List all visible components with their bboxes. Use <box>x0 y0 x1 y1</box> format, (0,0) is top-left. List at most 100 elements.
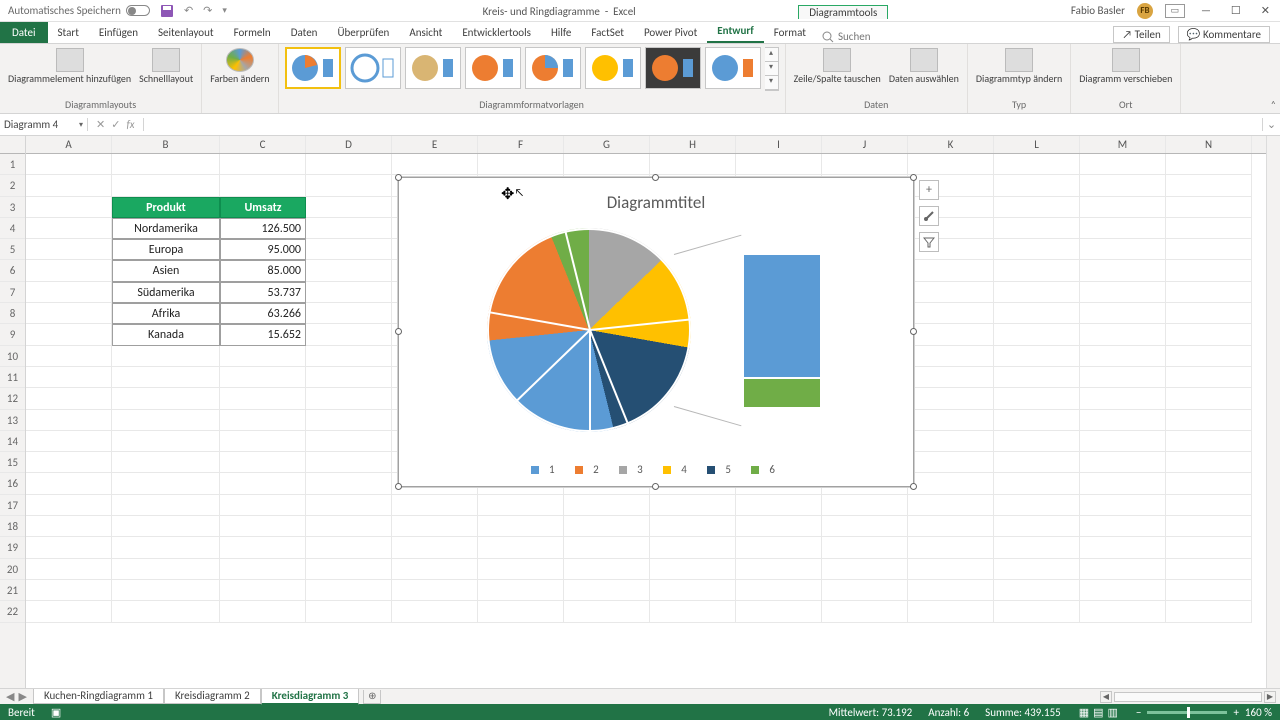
column-header[interactable]: C <box>220 136 306 153</box>
qat-customize-icon[interactable]: ▾ <box>222 5 227 16</box>
save-icon[interactable] <box>160 4 174 18</box>
cell[interactable]: Kanada <box>112 324 220 345</box>
cell[interactable] <box>1080 197 1166 218</box>
tell-me-search[interactable]: Suchen <box>822 30 871 43</box>
cell[interactable] <box>908 260 994 281</box>
expand-formula-bar-icon[interactable]: ⌄ <box>1262 118 1280 131</box>
cell[interactable] <box>994 431 1080 452</box>
cell[interactable] <box>26 601 112 622</box>
cell[interactable] <box>1166 303 1252 324</box>
cell[interactable] <box>220 495 306 516</box>
cell[interactable] <box>994 175 1080 196</box>
cell[interactable] <box>822 559 908 580</box>
cell[interactable] <box>220 175 306 196</box>
cell[interactable] <box>994 559 1080 580</box>
cell[interactable] <box>1080 175 1166 196</box>
cell[interactable] <box>112 537 220 558</box>
cell[interactable] <box>392 580 478 601</box>
chart-styles-more[interactable]: ▴▾▾ <box>765 47 779 91</box>
horizontal-scrollbar[interactable]: ◀▶ <box>1100 691 1280 703</box>
cell[interactable] <box>1080 239 1166 260</box>
column-header[interactable]: G <box>564 136 650 153</box>
cell[interactable] <box>1080 559 1166 580</box>
move-chart-button[interactable]: Diagramm verschieben <box>1077 47 1174 86</box>
chart-style-7[interactable] <box>645 47 701 89</box>
cell[interactable] <box>306 367 392 388</box>
cell[interactable] <box>1166 324 1252 345</box>
cell[interactable] <box>26 431 112 452</box>
cell[interactable] <box>392 601 478 622</box>
cell[interactable] <box>650 537 736 558</box>
cell[interactable] <box>220 452 306 473</box>
cell[interactable] <box>650 516 736 537</box>
cell[interactable] <box>1080 537 1166 558</box>
cell[interactable] <box>112 388 220 409</box>
cell[interactable] <box>650 154 736 175</box>
sheet-tab[interactable]: Kreisdiagramm 3 <box>261 689 360 705</box>
share-button[interactable]: ↗ Teilen <box>1113 26 1169 43</box>
cell[interactable] <box>112 559 220 580</box>
cell[interactable] <box>908 452 994 473</box>
column-headers[interactable]: ABCDEFGHIJKLMN <box>26 136 1266 154</box>
cell[interactable]: Produkt <box>112 197 220 218</box>
cell[interactable] <box>112 473 220 494</box>
cell[interactable] <box>822 495 908 516</box>
cell[interactable] <box>112 452 220 473</box>
column-header[interactable]: E <box>392 136 478 153</box>
cell[interactable] <box>1080 473 1166 494</box>
cell[interactable] <box>220 473 306 494</box>
cell[interactable] <box>908 367 994 388</box>
row-header[interactable]: 17 <box>0 495 25 516</box>
cell[interactable] <box>26 303 112 324</box>
cell[interactable] <box>908 282 994 303</box>
row-header[interactable]: 11 <box>0 367 25 388</box>
row-header[interactable]: 10 <box>0 346 25 367</box>
cell[interactable] <box>1166 260 1252 281</box>
cell[interactable] <box>564 495 650 516</box>
cell[interactable]: 15.652 <box>220 324 306 345</box>
cell[interactable] <box>112 601 220 622</box>
row-header[interactable]: 2 <box>0 175 25 196</box>
name-box[interactable]: Diagramm 4 <box>0 118 88 131</box>
tab-insert[interactable]: Einfügen <box>89 23 148 43</box>
cell[interactable] <box>478 601 564 622</box>
column-header[interactable]: A <box>26 136 112 153</box>
cell[interactable] <box>822 601 908 622</box>
cell[interactable]: Südamerika <box>112 282 220 303</box>
cell[interactable] <box>26 495 112 516</box>
cell[interactable] <box>220 601 306 622</box>
row-header[interactable]: 4 <box>0 218 25 239</box>
cell[interactable] <box>1166 580 1252 601</box>
cell[interactable] <box>112 154 220 175</box>
row-header[interactable]: 16 <box>0 473 25 494</box>
autosave-toggle[interactable]: Automatisches Speichern <box>8 4 150 17</box>
bar-of-pie-secondary[interactable] <box>743 254 821 408</box>
cell[interactable] <box>306 154 392 175</box>
chart-elements-button[interactable]: + <box>919 180 939 200</box>
row-header[interactable]: 8 <box>0 303 25 324</box>
cell[interactable] <box>1166 218 1252 239</box>
cell[interactable] <box>736 516 822 537</box>
select-data-button[interactable]: Daten auswählen <box>887 47 961 86</box>
cell[interactable] <box>908 431 994 452</box>
cell[interactable] <box>1166 175 1252 196</box>
sheet-tab[interactable]: Kuchen-Ringdiagramm 1 <box>33 689 164 704</box>
chart-style-2[interactable] <box>345 47 401 89</box>
row-header[interactable]: 19 <box>0 537 25 558</box>
chart-style-5[interactable] <box>525 47 581 89</box>
zoom-slider[interactable] <box>1147 711 1227 714</box>
cell[interactable] <box>650 559 736 580</box>
cell[interactable] <box>220 410 306 431</box>
cell[interactable] <box>1080 452 1166 473</box>
view-buttons[interactable]: ▦▤▥ <box>1077 706 1120 719</box>
cell[interactable] <box>736 559 822 580</box>
cell[interactable] <box>1166 346 1252 367</box>
cell[interactable] <box>26 410 112 431</box>
cell[interactable] <box>306 197 392 218</box>
cell[interactable] <box>1166 388 1252 409</box>
vertical-scrollbar[interactable] <box>1266 136 1280 688</box>
cell[interactable] <box>564 580 650 601</box>
cell[interactable] <box>994 537 1080 558</box>
cell[interactable] <box>650 601 736 622</box>
cell[interactable] <box>26 218 112 239</box>
